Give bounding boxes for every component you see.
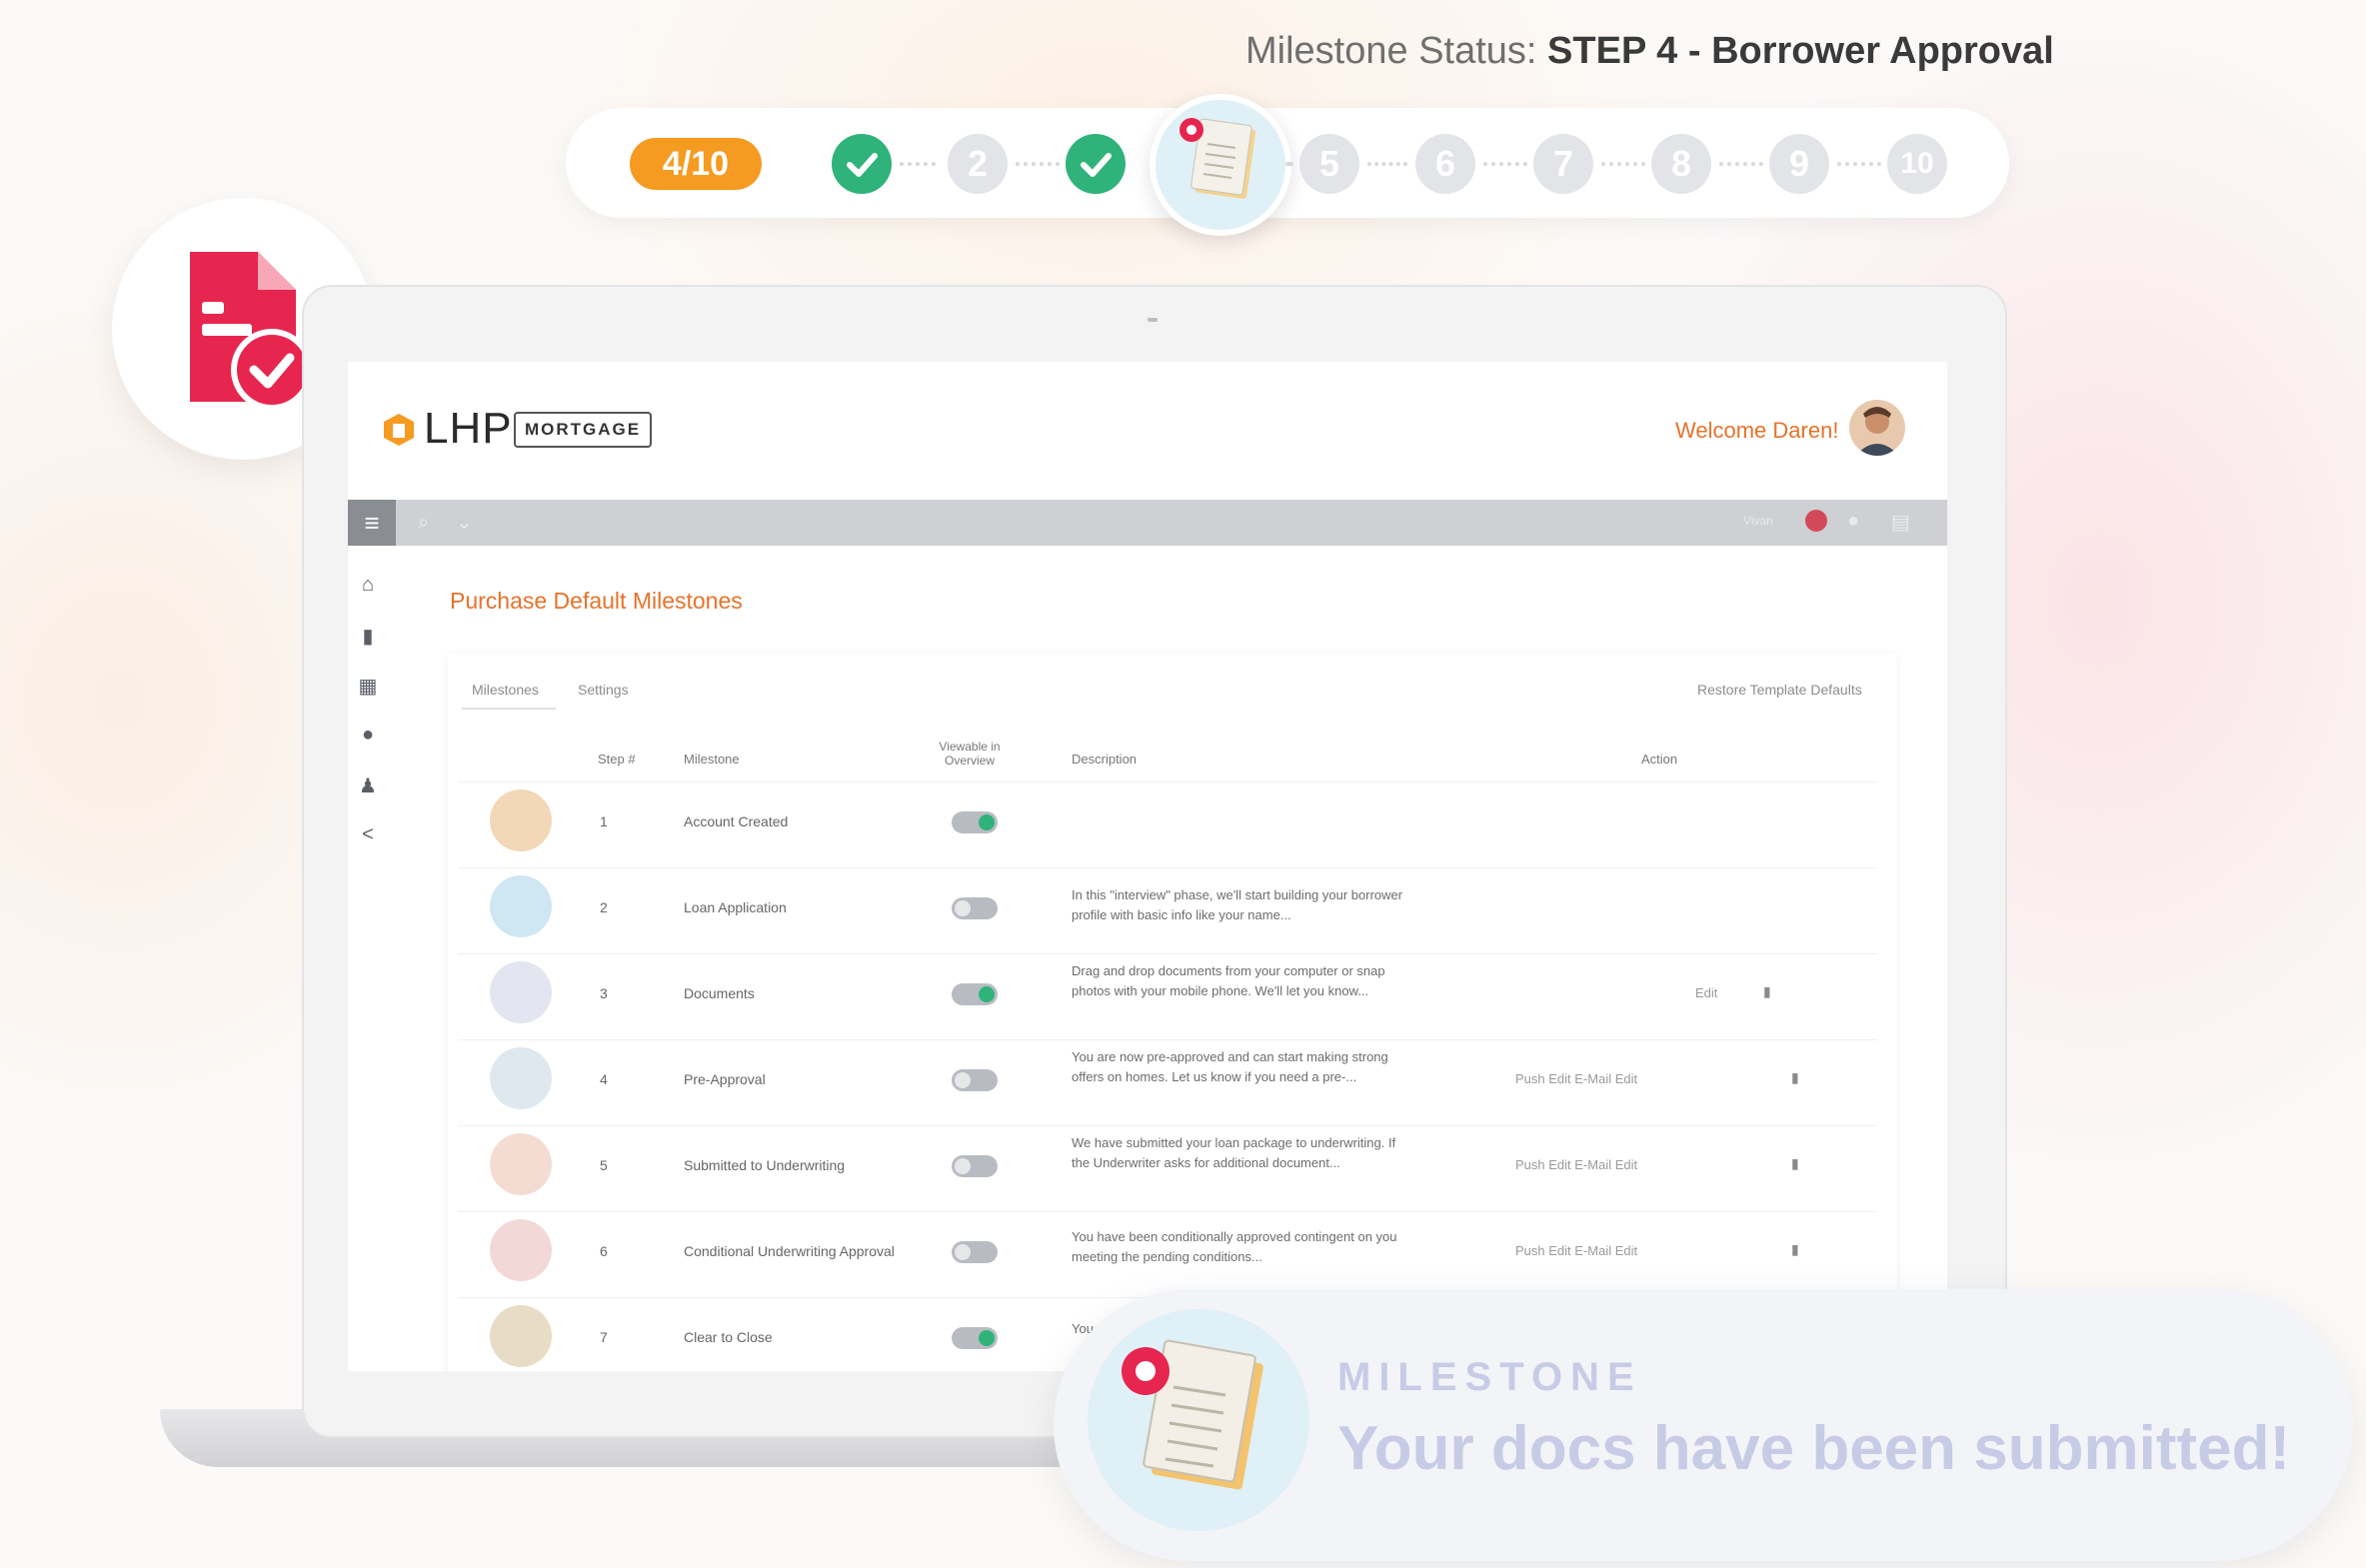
logo-subtitle: MORTGAGE [514,412,652,448]
trash-icon[interactable]: ▮ [1791,1069,1799,1086]
milestone-avatar [490,875,552,937]
row-milestone: Pre-Approval [684,1071,766,1087]
row-milestone: Loan Application [684,899,787,915]
document-submitted-icon [1088,1309,1309,1531]
milestone-status-label: Milestone Status: [1245,30,1537,72]
tab-milestones[interactable]: Milestones [472,682,539,698]
chevron-down-icon[interactable]: ⌄ [456,510,473,535]
step-2[interactable]: 2 [948,134,1008,194]
row-description: You are now pre-approved and can start m… [1072,1049,1388,1084]
step-connector [1601,162,1645,172]
viewable-toggle[interactable] [952,1241,998,1263]
col-step: Step # [598,752,636,767]
step-connector [1837,162,1881,172]
home-icon[interactable]: ⌂ [356,574,380,598]
row-description: In this "interview" phase, we'll start b… [1072,887,1403,922]
row-actions[interactable]: Push Edit E-Mail Edit [1515,1157,1637,1172]
viewable-toggle[interactable] [952,1327,998,1349]
toolbar-user-label: Vivan [1743,514,1773,528]
step-connector [1483,162,1527,172]
row-step: 4 [600,1071,608,1087]
row-milestone: Clear to Close [684,1329,773,1345]
toast-kicker: MILESTONE [1337,1355,1642,1399]
milestone-status: Milestone Status: STEP 4 - Borrower Appr… [1245,30,2054,73]
restore-defaults-link[interactable]: Restore Template Defaults [1697,682,1862,698]
trash-icon[interactable]: ▮ [1791,1155,1799,1172]
viewable-toggle[interactable] [952,983,998,1005]
row-description: We have submitted your loan package to u… [1072,1135,1396,1170]
trash-icon[interactable]: ▮ [1763,983,1771,1000]
col-description: Description [1072,752,1138,767]
laptop-camera [1148,318,1158,322]
viewable-toggle[interactable] [952,897,998,919]
row-step: 5 [600,1157,608,1173]
col-viewable: Viewable in Overview [939,740,1001,768]
step-connector [1367,162,1407,172]
hamburger-menu-icon[interactable]: ≡ [348,500,396,546]
col-milestone: Milestone [684,752,740,767]
user-icon[interactable]: ♟ [356,774,380,797]
step-connector [1285,162,1293,172]
active-tab-underline [462,708,556,710]
step-1-check-icon[interactable] [832,134,892,194]
search-icon[interactable]: ⌕ [418,512,429,535]
share-icon[interactable]: < [356,823,380,847]
milestone-avatar [490,961,552,1023]
trash-icon[interactable]: ▮ [1791,1241,1799,1258]
step-5[interactable]: 5 [1299,134,1359,194]
document-check-icon [190,252,313,411]
calendar-icon[interactable]: ▦ [356,674,380,698]
row-milestone: Documents [684,985,755,1001]
step-7[interactable]: 7 [1533,134,1593,194]
row-step: 2 [600,899,608,915]
step-connector [900,162,936,172]
milestone-avatar [490,1133,552,1195]
viewable-toggle[interactable] [952,811,998,833]
viewable-toggle[interactable] [952,1155,998,1177]
row-milestone: Conditional Underwriting Approval [684,1243,895,1259]
row-description: Drag and drop documents from your comput… [1072,963,1385,998]
clipboard-icon[interactable]: ▮ [356,624,380,648]
step-8[interactable]: 8 [1651,134,1711,194]
row-actions[interactable]: Push Edit E-Mail Edit [1515,1071,1637,1086]
row-actions[interactable]: Push Edit E-Mail Edit [1515,1243,1637,1258]
step-connector [1719,162,1763,172]
tab-settings[interactable]: Settings [578,682,629,698]
bell-icon[interactable]: ● [1847,510,1859,533]
table-row [458,782,1877,868]
top-toolbar [348,500,1947,546]
viewable-toggle[interactable] [952,1069,998,1091]
info-icon[interactable]: ● [356,724,380,748]
user-avatar[interactable] [1849,400,1905,456]
milestone-status-value: STEP 4 - Borrower Approval [1547,30,2054,72]
row-step: 1 [600,813,608,829]
milestone-avatar [490,789,552,851]
step-9[interactable]: 9 [1769,134,1829,194]
page-title: Purchase Default Milestones [450,588,743,614]
toast-title: Your docs have been submitted! [1337,1414,2291,1483]
milestone-avatar [490,1305,552,1367]
messages-icon[interactable]: ▤ [1891,510,1910,535]
row-milestone: Account Created [684,813,789,829]
milestone-avatar [490,1047,552,1109]
logo-mark-icon [384,414,414,446]
welcome-text: Welcome Daren! [1675,418,1839,443]
row-milestone: Submitted to Underwriting [684,1157,846,1173]
app-screen: LHP MORTGAGE Welcome Daren! ≡ ⌕ ⌄ Vivan … [348,362,1947,1371]
row-step: 7 [600,1329,608,1345]
milestone-avatar [490,1219,552,1281]
col-action: Action [1641,752,1678,767]
row-actions[interactable]: Edit [1695,985,1717,1000]
step-4-current-doc-icon[interactable] [1150,94,1291,236]
row-step: 3 [600,985,608,1001]
flag-icon[interactable] [1805,510,1827,532]
step-3-check-icon[interactable] [1066,134,1126,194]
row-step: 6 [600,1243,608,1259]
row-description: You have been conditionally approved con… [1072,1229,1397,1264]
step-10[interactable]: 10 [1887,134,1947,194]
progress-badge: 4/10 [630,138,762,190]
step-6[interactable]: 6 [1415,134,1475,194]
logo-text: LHP [424,404,513,453]
step-connector [1016,162,1060,172]
